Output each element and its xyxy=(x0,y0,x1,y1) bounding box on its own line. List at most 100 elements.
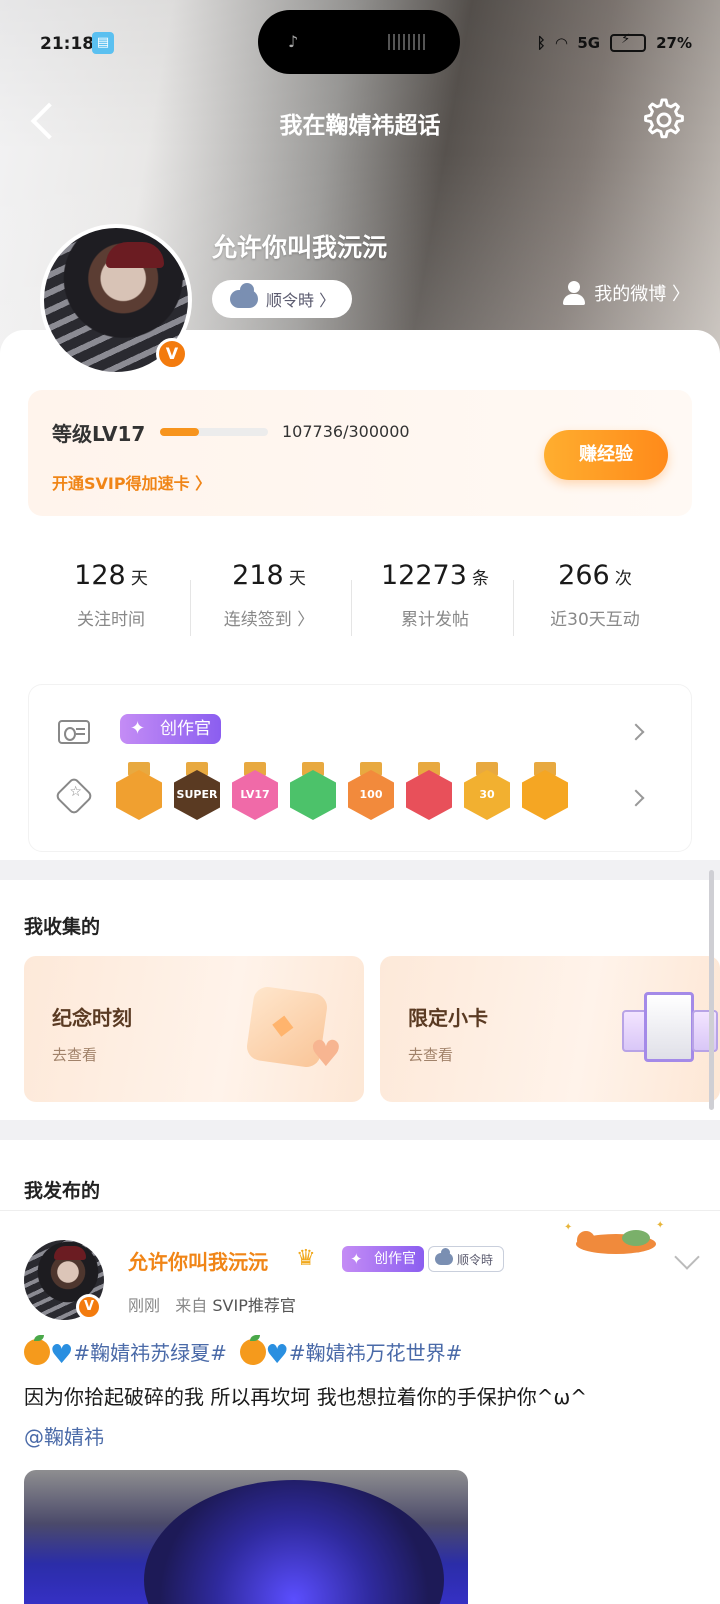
medal-hex: 30 xyxy=(464,770,510,820)
post-hashtags: ♥#鞠婧祎苏绿夏# ♥#鞠婧祎万花世界# xyxy=(24,1335,704,1375)
level-progress-fill xyxy=(160,428,199,436)
collect-card-link: 去查看 xyxy=(52,1046,98,1064)
stat-value: 218 xyxy=(232,560,284,591)
medal-badge[interactable] xyxy=(522,762,568,820)
collection-title: 我收集的 xyxy=(24,916,101,938)
medal-badge[interactable]: LV17 xyxy=(232,762,278,820)
stat-total-posts: 12273 条 累计发帖 xyxy=(352,560,518,630)
stat-value: 266 xyxy=(558,560,610,591)
id-card-icon xyxy=(58,720,90,744)
chevron-right-icon[interactable] xyxy=(627,723,645,741)
cloud-icon xyxy=(435,1248,453,1265)
svg-text:✦: ✦ xyxy=(564,1222,572,1233)
collect-card-title: 限定小卡 xyxy=(408,1006,488,1030)
fan-tag-pill[interactable]: 顺令時 〉 xyxy=(212,280,352,318)
stat-unit: 条 xyxy=(472,569,489,589)
post-source[interactable]: SVIP推荐官 xyxy=(212,1296,295,1315)
stat-follow-time: 128 天 关注时间 xyxy=(28,560,194,630)
fan-tag-label: 顺令時 〉 xyxy=(266,291,336,310)
medal-badge[interactable]: 30 xyxy=(464,762,510,820)
medal-hex xyxy=(290,770,336,820)
post-mention: @鞠婧祎 xyxy=(24,1422,704,1452)
network-label: 5G xyxy=(577,34,601,52)
level-label: 等级LV17 xyxy=(52,422,146,446)
post-author-name[interactable]: 允许你叫我沅沅 xyxy=(128,1246,268,1275)
medal-icon xyxy=(54,776,94,816)
collect-card-moments[interactable]: 纪念时刻 去查看 ♥ xyxy=(24,956,364,1102)
dynamic-island: ♪ xyxy=(258,10,460,74)
heart-icon: ♥ xyxy=(309,1034,342,1075)
collect-card-link: 去查看 xyxy=(408,1046,454,1064)
stats-row: 128 天 关注时间 218 天 连续签到 〉 12273 条 累计发帖 266… xyxy=(28,536,692,664)
profile-username: 允许你叫我沅沅 xyxy=(212,233,388,262)
cloud-icon xyxy=(230,283,258,308)
hashtag-link[interactable]: #鞠婧祎苏绿夏# xyxy=(73,1341,227,1365)
stat-unit: 次 xyxy=(614,569,632,589)
battery-icon xyxy=(610,32,647,52)
top-nav: 我在鞠婧祎超话 xyxy=(0,92,720,152)
post-body: 因为你拾起破碎的我 所以再坎坷 我也想拉着你的手保护你^ω^ xyxy=(24,1385,587,1409)
medal-hex: 100 xyxy=(348,770,394,820)
medal-hex: LV17 xyxy=(232,770,278,820)
collect-card-title: 纪念时刻 xyxy=(52,1006,132,1030)
stat-value: 128 xyxy=(74,560,126,591)
bluetooth-icon: ᛒ xyxy=(536,34,546,52)
creator-badge[interactable]: 创作官 xyxy=(120,714,221,744)
medal-hex: SUPER xyxy=(174,770,220,820)
earn-exp-button[interactable]: 赚经验 xyxy=(544,430,668,480)
person-icon xyxy=(562,281,586,305)
hashtag-link[interactable]: #鞠婧祎万花世界# xyxy=(289,1341,463,1365)
photocard-stack-icon xyxy=(622,992,718,1066)
fox-sticker-decoration: ✦ ✦ xyxy=(564,1220,664,1254)
chevron-right-icon[interactable] xyxy=(627,789,645,807)
badges-panel: 创作官 SUPER LV17 100 30 xyxy=(28,684,692,852)
scrollbar[interactable] xyxy=(709,870,714,1110)
medal-badge[interactable] xyxy=(290,762,336,820)
medal-hex xyxy=(522,770,568,820)
level-progress-bar xyxy=(160,428,268,436)
stat-checkin-streak[interactable]: 218 天 连续签到 〉 xyxy=(186,560,352,630)
level-panel: 等级LV17 107736/300000 开通SVIP得加速卡 〉 赚经验 xyxy=(28,390,692,516)
post-source-prefix: 来自 xyxy=(175,1296,208,1315)
divider xyxy=(0,1210,720,1211)
post-image[interactable] xyxy=(24,1470,468,1604)
verified-badge: V xyxy=(76,1294,102,1320)
medal-badge[interactable]: 100 xyxy=(348,762,394,820)
orange-emoji-icon xyxy=(239,1335,266,1365)
blue-heart-emoji-icon: ♥ xyxy=(50,1340,74,1370)
status-bar: 21:18 ▤ ♪ ᛒ ◠ 5G 27% xyxy=(0,10,720,74)
stat-value: 12273 xyxy=(381,560,467,591)
verified-badge: V xyxy=(156,338,188,370)
audio-wave-icon xyxy=(388,34,426,50)
svg-text:✦: ✦ xyxy=(656,1220,664,1231)
level-progress-text: 107736/300000 xyxy=(282,422,410,441)
mention-link[interactable]: @鞠婧祎 xyxy=(24,1425,104,1449)
stat-label: 近30天互动 xyxy=(550,610,640,630)
fan-tag-label: 顺令時 xyxy=(457,1252,494,1267)
svip-link[interactable]: 开通SVIP得加速卡 〉 xyxy=(52,470,211,494)
status-indicators: ᛒ ◠ 5G 27% xyxy=(536,32,692,52)
blue-heart-emoji-icon: ♥ xyxy=(265,1340,289,1370)
book-app-icon: ▤ xyxy=(92,32,114,54)
stat-label: 累计发帖 xyxy=(401,610,469,630)
posts-title: 我发布的 xyxy=(24,1180,101,1202)
battery-level: 27% xyxy=(656,34,692,52)
wifi-icon: ◠ xyxy=(555,34,568,52)
medal-badge[interactable]: SUPER xyxy=(174,762,220,820)
settings-gear-icon[interactable] xyxy=(638,96,686,144)
fan-tag[interactable]: 顺令時 xyxy=(428,1246,504,1272)
medal-badge[interactable] xyxy=(406,762,452,820)
stat-label: 连续签到 〉 xyxy=(223,610,315,630)
creator-badge[interactable]: 创作官 xyxy=(342,1246,424,1272)
stat-label: 关注时间 xyxy=(77,610,145,630)
stat-unit: 天 xyxy=(288,569,306,589)
collect-card-photocards[interactable]: 限定小卡 去查看 xyxy=(380,956,720,1102)
my-weibo-link[interactable]: 我的微博 〉 xyxy=(562,280,690,306)
stat-interactions: 266 次 近30天互动 xyxy=(512,560,678,630)
post-meta: 刚刚 来自 SVIP推荐官 xyxy=(128,1292,296,1316)
orange-emoji-icon xyxy=(24,1335,50,1365)
section-divider xyxy=(0,862,720,880)
medal-badge[interactable] xyxy=(116,762,162,820)
medal-hex xyxy=(116,770,162,820)
medal-hex xyxy=(406,770,452,820)
